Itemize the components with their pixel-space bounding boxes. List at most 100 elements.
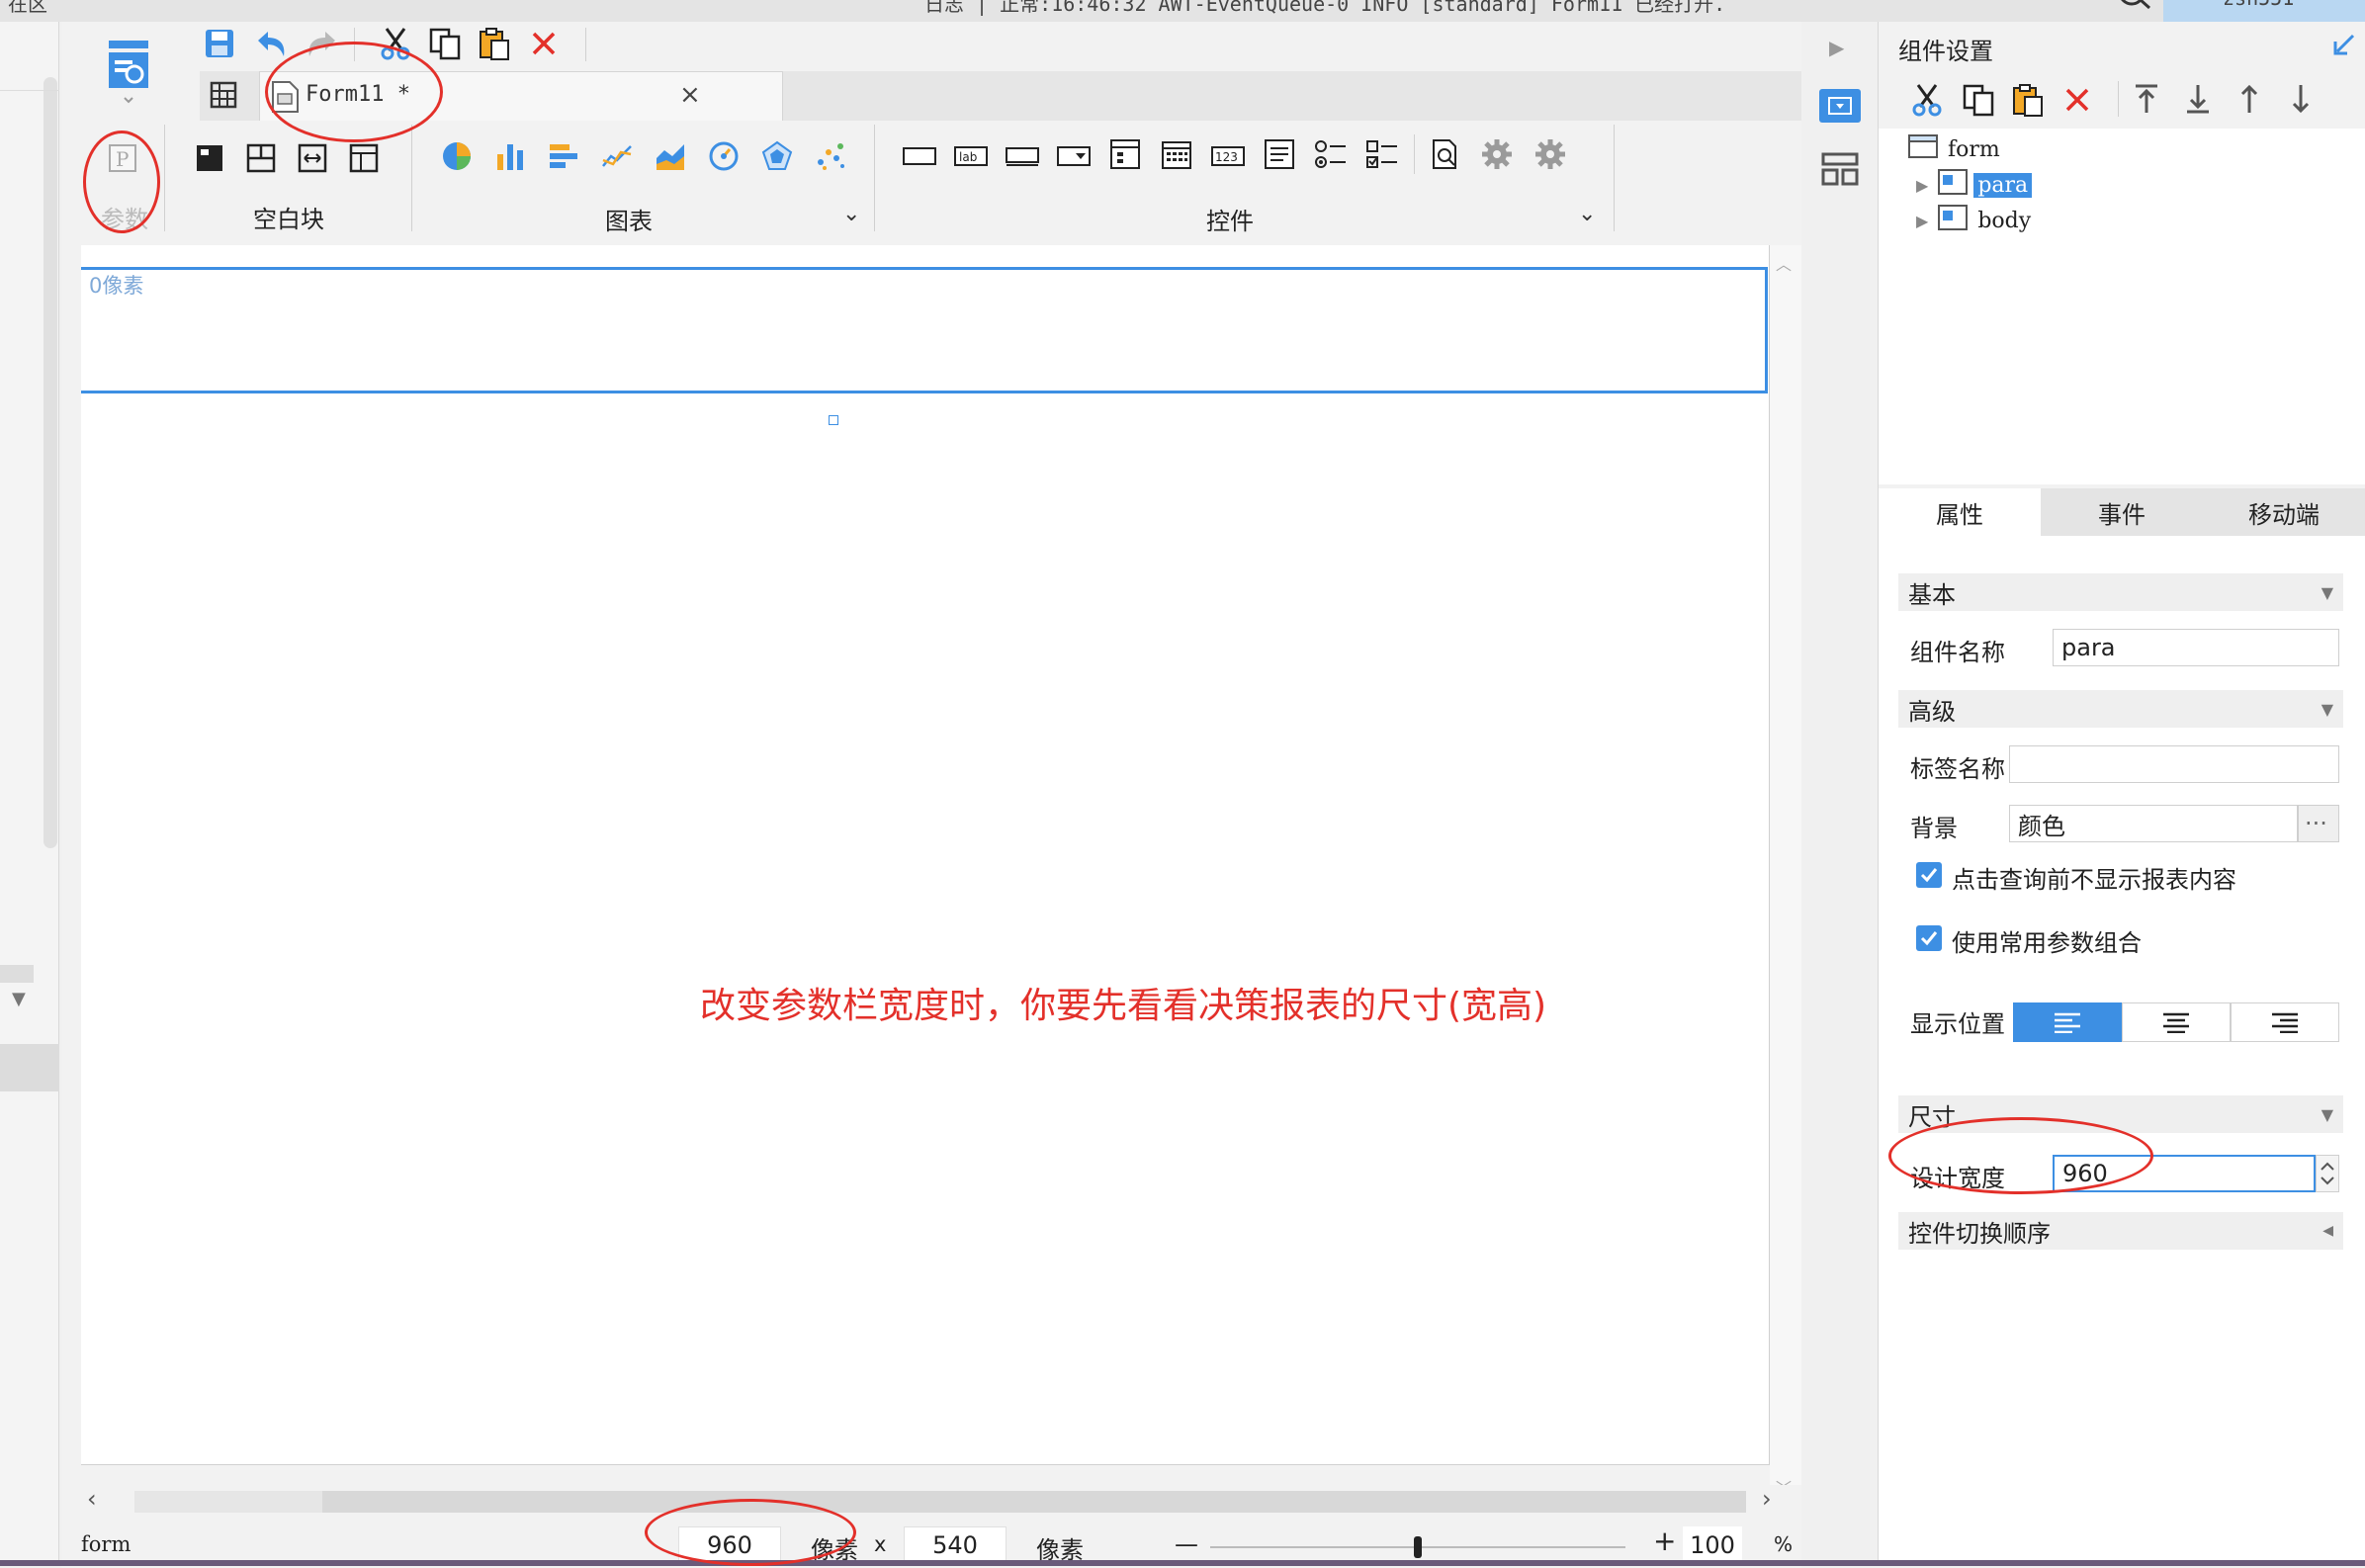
settings-gear-icon[interactable] [1477,134,1517,174]
expand-arrow-icon[interactable]: ▶ [1916,212,1928,230]
query-button-widget-icon[interactable] [1426,134,1465,174]
line-chart-icon[interactable] [597,136,637,176]
design-canvas[interactable]: 0像素 改变参数栏宽度时，你要先看看决策报表的尺寸(宽高) [81,245,1770,1465]
tree-delete-icon[interactable] [2062,85,2092,119]
svg-text:P: P [116,147,129,171]
date-widget-icon[interactable] [1157,134,1196,174]
section-tab-order[interactable]: 控件切换顺序 ◀ [1898,1212,2343,1250]
grid-block-icon[interactable] [344,138,384,178]
dropdown-widget-icon[interactable] [1054,136,1094,176]
zoom-out-button[interactable]: — [1175,1530,1198,1558]
parameter-pane[interactable]: 0像素 [81,267,1768,393]
undo-icon[interactable] [251,24,291,63]
chart-group-label: 图表 [605,208,653,235]
search-icon[interactable] [2114,0,2153,21]
cut-icon[interactable] [376,24,415,63]
tab-block-icon[interactable] [293,138,332,178]
tab-mobile[interactable]: 移动端 [2203,488,2365,536]
move-to-top-icon[interactable] [2132,83,2161,119]
layout-panel-tab-icon[interactable] [1821,152,1859,190]
tree-node-body[interactable]: ▶ body [1916,204,2031,237]
move-down-icon[interactable] [2286,83,2316,119]
canvas-vertical-scrollbar[interactable]: ︿ ﹀ [1770,245,1801,1507]
move-to-bottom-icon[interactable] [2183,83,2213,119]
canvas-horizontal-scrollbar[interactable]: ‹ › [81,1485,1801,1519]
radar-chart-icon[interactable] [757,136,797,176]
bar-chart-icon[interactable] [490,136,530,176]
zoom-in-button[interactable]: + [1653,1524,1676,1557]
redo-icon[interactable] [303,24,342,63]
canvas-width-input[interactable]: 960 [678,1526,781,1564]
label-widget-icon[interactable]: lab [951,136,991,176]
dropdown-tree-widget-icon[interactable] [1105,134,1145,174]
resize-handle[interactable] [829,415,838,425]
scroll-up-icon[interactable]: ︿ [1776,251,1792,275]
zoom-slider-track[interactable] [1210,1536,1625,1558]
tree-copy-icon[interactable] [1962,83,1995,121]
common-params-checkbox[interactable] [1916,925,1942,951]
design-width-input[interactable]: 960 [2053,1155,2316,1192]
section-advanced[interactable]: 高级 ▼ [1898,690,2343,728]
section-basic[interactable]: 基本 ▼ [1898,573,2343,611]
user-menu[interactable]: zsh551 [2163,0,2365,22]
design-width-stepper[interactable] [2316,1155,2339,1192]
scatter-chart-icon[interactable] [811,136,850,176]
widget-library-button[interactable] [101,34,156,113]
left-hscroll[interactable] [0,965,34,983]
copy-icon[interactable] [425,24,465,63]
form-layout-icon[interactable] [206,77,245,115]
delete-icon[interactable] [524,24,564,63]
section-title: 控件切换顺序 [1908,1219,2051,1248]
save-icon[interactable] [200,24,239,63]
area-chart-icon[interactable] [651,136,690,176]
checkbox-group-widget-icon[interactable] [1362,134,1402,174]
absolute-block-icon[interactable] [190,138,229,178]
hide-report-checkbox[interactable] [1916,862,1942,888]
canvas-height-input[interactable]: 540 [904,1526,1007,1564]
hscroll-thumb[interactable] [322,1491,1746,1513]
align-right-button[interactable] [2231,1002,2339,1042]
text-area-widget-icon[interactable] [1260,134,1299,174]
background-input[interactable]: 颜色 [2009,805,2298,842]
expand-arrow-icon[interactable]: ▶ [1916,176,1928,195]
text-field-widget-icon[interactable] [1003,136,1042,176]
left-panel-item[interactable] [0,1044,59,1091]
horizontal-bar-chart-icon[interactable] [544,136,583,176]
tree-node-label-selected: para [1973,172,2033,198]
paste-icon[interactable] [475,24,514,63]
component-settings-tab-icon[interactable] [1819,89,1861,123]
radio-group-widget-icon[interactable] [1311,134,1351,174]
tree-node-form[interactable]: form [1908,132,2000,166]
align-center-button[interactable] [2122,1002,2231,1042]
section-size[interactable]: 尺寸 ▼ [1898,1095,2343,1133]
widget-expand-chevron-icon[interactable]: ⌄ [1578,202,1596,226]
tab-events[interactable]: 事件 [2041,488,2203,536]
scroll-right-icon[interactable]: › [1762,1485,1772,1513]
zoom-slider-thumb[interactable] [1414,1536,1422,1558]
close-tab-icon[interactable]: × [679,80,701,110]
align-left-button[interactable] [2013,1002,2122,1042]
param-icon[interactable]: P [103,138,142,178]
collapse-panel-icon[interactable] [2331,32,2357,61]
scroll-left-icon[interactable]: ‹ [87,1485,97,1513]
component-name-input[interactable]: para [2053,629,2339,666]
gear-icon[interactable] [1531,134,1570,174]
tree-cut-icon[interactable] [1910,83,1944,121]
left-scrollbar[interactable] [44,77,57,848]
background-more-button[interactable]: ··· [2298,805,2339,842]
tree-node-para[interactable]: ▶ para [1916,168,2033,202]
move-up-icon[interactable] [2234,83,2264,119]
split-block-icon[interactable] [241,138,281,178]
zoom-percent-field[interactable]: 100 [1683,1526,1742,1564]
tab-form11[interactable]: Form11 * × [259,71,783,121]
pie-chart-icon[interactable] [437,136,477,176]
tag-name-input[interactable] [2009,745,2339,783]
chart-expand-chevron-icon[interactable]: ⌄ [842,202,860,226]
gauge-chart-icon[interactable] [704,136,744,176]
collapse-right-icon[interactable]: ▶ [1829,36,1844,59]
tab-properties[interactable]: 属性 [1879,488,2041,536]
button-widget-icon[interactable] [900,136,939,176]
chevron-down-icon[interactable]: ▼ [12,989,26,1009]
number-widget-icon[interactable]: 123 [1208,136,1248,176]
tree-paste-icon[interactable] [2011,83,2045,121]
